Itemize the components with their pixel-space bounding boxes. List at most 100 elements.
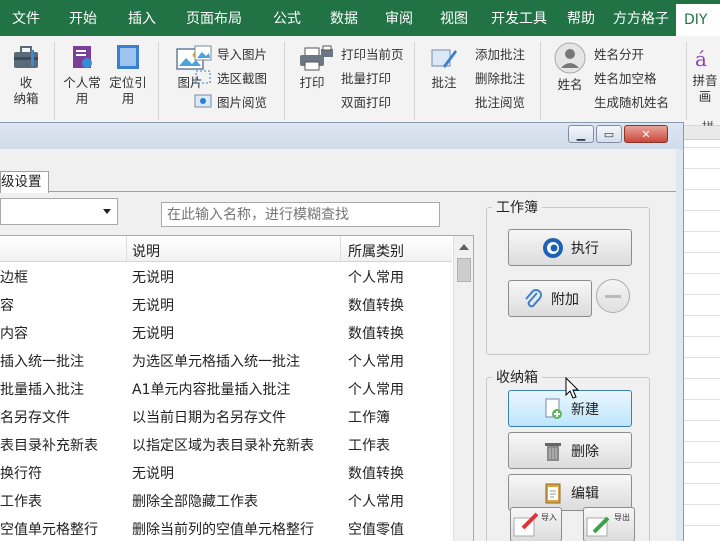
tab-page-layout[interactable]: 页面布局: [170, 0, 258, 36]
column-header-description[interactable]: 说明: [132, 241, 160, 261]
picture-view-button[interactable]: 图片阅览: [194, 90, 267, 112]
row-category: 工作簿: [348, 410, 390, 426]
tab-data[interactable]: 数据: [316, 0, 372, 36]
row-name: 内容: [0, 326, 28, 342]
blank-icon: [318, 69, 336, 85]
list-header: 说明 所属类别: [0, 236, 452, 262]
table-row[interactable]: 内容 无说明 数值转换: [0, 318, 452, 346]
remove-button[interactable]: [596, 279, 630, 313]
dialog-titlebar[interactable]: ▁ ▭ ✕: [0, 123, 683, 149]
clipboard-edit-icon: [545, 483, 561, 503]
macro-list[interactable]: 说明 所属类别 边框 无说明 个人常用 容 无说明 数值转换 内容 无说明 数值…: [0, 235, 474, 541]
name-button[interactable]: 姓名: [550, 42, 590, 93]
row-name: 表目录补充新表: [0, 438, 98, 454]
name-split-button[interactable]: 姓名分开: [594, 42, 644, 64]
view-comment-button[interactable]: 批注阅览: [452, 90, 525, 112]
table-row[interactable]: 边框 无说明 个人常用: [0, 262, 452, 290]
row-desc: 以指定区域为表目录补充新表: [132, 438, 314, 454]
table-row[interactable]: 工作表 删除全部隐藏工作表 个人常用: [0, 486, 452, 514]
attach-button[interactable]: 附加: [508, 280, 592, 317]
pinyin-button[interactable]: á 拼音 画: [690, 46, 720, 105]
manager-dialog: ▁ ▭ ✕ 级设置 说明 所属类别 边框 无说明 个人常用 容: [0, 122, 684, 541]
svg-text:á: á: [695, 47, 707, 70]
table-row[interactable]: 批量插入批注 A1单元内容批量插入批注 个人常用: [0, 374, 452, 402]
row-category: 个人常用: [348, 382, 404, 398]
personal-common-button[interactable]: 个人常 用: [60, 42, 104, 107]
table-row[interactable]: 名另存文件 以当前日期为名另存文件 工作簿: [0, 402, 452, 430]
edit-button[interactable]: 编辑: [508, 474, 632, 511]
export-button[interactable]: 导出: [583, 507, 635, 541]
table-row[interactable]: 容 无说明 数值转换: [0, 290, 452, 318]
row-category: 数值转换: [348, 326, 404, 342]
close-button[interactable]: ✕: [624, 125, 668, 143]
category-dropdown[interactable]: [0, 198, 118, 225]
tab-help[interactable]: 帮助: [556, 0, 606, 36]
ribbon-separator: [284, 42, 285, 120]
tab-review[interactable]: 审阅: [372, 0, 426, 36]
name-add-space-button[interactable]: 姓名加空格: [594, 66, 657, 88]
row-desc: 以当前日期为名另存文件: [132, 410, 286, 426]
row-desc: A1单元内容批量插入批注: [132, 382, 291, 398]
row-desc: 无说明: [132, 270, 174, 286]
delete-button[interactable]: 删除: [508, 432, 632, 469]
row-desc: 删除当前列的空值单元格整行: [132, 522, 314, 538]
ribbon-body: 收 纳箱 个人常 用 定位引 用 图片 导入图片 选区截图 图片阅览 打印 打印…: [0, 36, 720, 130]
storage-box-button[interactable]: 收 纳箱: [8, 42, 44, 107]
storage-box-group-label: 收纳箱: [492, 367, 542, 387]
row-name: 空值单元格整行: [0, 522, 98, 538]
add-comment-button[interactable]: 添加批注: [452, 42, 525, 64]
duplex-print-button[interactable]: 双面打印: [318, 90, 391, 112]
close-icon: ✕: [641, 127, 651, 141]
row-category: 工作表: [348, 438, 390, 454]
search-input[interactable]: [161, 202, 440, 227]
pinyin-icon: á: [695, 47, 707, 70]
tab-insert[interactable]: 插入: [114, 0, 170, 36]
batch-print-button[interactable]: 批量打印: [318, 66, 391, 88]
import-icon: 导入: [513, 512, 557, 537]
import-picture-icon: [194, 45, 212, 61]
random-name-button[interactable]: 生成随机姓名: [594, 90, 669, 112]
tab-diy[interactable]: DIY: [676, 4, 720, 36]
row-desc: 为选区单元格插入统一批注: [132, 354, 300, 370]
delete-comment-button[interactable]: 删除批注: [452, 66, 525, 88]
table-row[interactable]: 插入统一批注 为选区单元格插入统一批注 个人常用: [0, 346, 452, 374]
scroll-up-icon[interactable]: [459, 244, 469, 250]
minimize-button[interactable]: ▁: [568, 125, 594, 143]
ribbon-separator: [158, 42, 159, 120]
row-name: 批量插入批注: [0, 382, 84, 398]
paperclip-icon: [525, 288, 542, 307]
screenshot-icon: [195, 70, 211, 84]
locate-reference-button[interactable]: 定位引 用: [106, 42, 150, 107]
tab-fangfang[interactable]: 方方格子: [606, 0, 676, 36]
table-row[interactable]: 表目录补充新表 以指定区域为表目录补充新表 工作表: [0, 430, 452, 458]
tab-home[interactable]: 开始: [52, 0, 114, 36]
tab-formulas[interactable]: 公式: [258, 0, 316, 36]
ribbon-tab-bar: 文件 开始 插入 页面布局 公式 数据 审阅 视图 开发工具 帮助 方方格子 D…: [0, 0, 720, 36]
tab-developer[interactable]: 开发工具: [482, 0, 556, 36]
row-category: 数值转换: [348, 298, 404, 314]
tab-file[interactable]: 文件: [0, 0, 52, 36]
row-desc: 无说明: [132, 326, 174, 342]
row-desc: 无说明: [132, 298, 174, 314]
row-desc: 无说明: [132, 466, 174, 482]
tab-advanced-settings[interactable]: 级设置: [0, 171, 49, 193]
maximize-button[interactable]: ▭: [596, 125, 622, 143]
scroll-thumb[interactable]: [457, 258, 471, 282]
execute-label: 执行: [571, 240, 599, 257]
table-row[interactable]: 换行符 无说明 数值转换: [0, 458, 452, 486]
execute-button[interactable]: 执行: [508, 229, 632, 266]
table-row[interactable]: 空值单元格整行 删除当前列的空值单元格整行 空值零值: [0, 514, 452, 541]
list-scrollbar[interactable]: [453, 236, 473, 541]
person-icon: [554, 42, 586, 74]
import-label: 导入: [541, 513, 557, 522]
column-header-category[interactable]: 所属类别: [348, 241, 404, 261]
import-picture-button[interactable]: 导入图片: [194, 42, 267, 64]
column-divider: [126, 236, 127, 262]
tab-view[interactable]: 视图: [426, 0, 482, 36]
attach-label: 附加: [551, 291, 579, 308]
spreadsheet-grid[interactable]: [680, 126, 720, 541]
print-current-page-button[interactable]: 打印当前页: [318, 42, 404, 64]
selection-screenshot-button[interactable]: 选区截图: [194, 66, 267, 88]
row-category: 空值零值: [348, 522, 404, 538]
import-button[interactable]: 导入: [510, 507, 562, 541]
